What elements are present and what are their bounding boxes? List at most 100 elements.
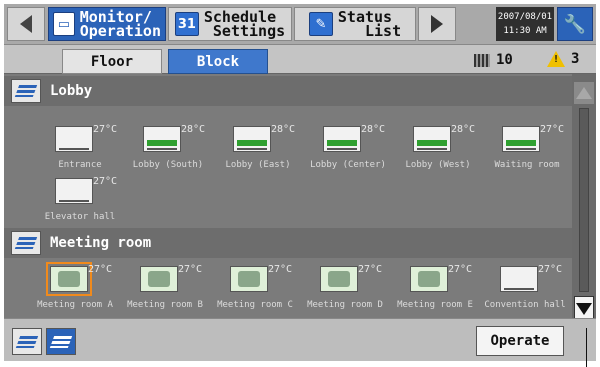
block-view-button[interactable] bbox=[12, 328, 42, 355]
screen: ▭ Monitor/ Operation 31 Schedule Setting… bbox=[4, 4, 596, 361]
unit-temp: 27°C bbox=[268, 264, 293, 275]
arrow-up-icon bbox=[576, 87, 592, 99]
arrow-left-icon bbox=[20, 15, 32, 33]
unit-meeting-room-c[interactable]: 27°C Meeting room C bbox=[210, 264, 300, 318]
ac-unit-icon bbox=[413, 126, 451, 152]
ac-unit-icon bbox=[140, 266, 178, 292]
ac-unit-icon bbox=[323, 126, 361, 152]
unit-temp: 27°C bbox=[448, 264, 473, 275]
ac-unit-icon bbox=[143, 126, 181, 152]
block-group-icon bbox=[11, 79, 41, 103]
scroll-up-button[interactable] bbox=[574, 82, 594, 104]
grid-icon bbox=[474, 53, 490, 67]
unit-waiting-room[interactable]: 27°C Waiting room bbox=[482, 124, 572, 180]
unit-convention-hall[interactable]: 27°C Convention hall bbox=[480, 264, 570, 318]
unit-name: Elevator hall bbox=[44, 212, 116, 222]
unit-elevator-hall[interactable]: 27°C Elevator hall bbox=[35, 176, 125, 232]
group-title: Lobby bbox=[50, 83, 93, 99]
alert-count-value: 3 bbox=[571, 51, 580, 67]
operate-button[interactable]: Operate bbox=[476, 326, 564, 356]
unit-lobby-center[interactable]: 28°C Lobby (Center) bbox=[303, 124, 393, 180]
unit-name: Meeting room B bbox=[127, 300, 203, 310]
unit-name: Lobby (East) bbox=[225, 160, 291, 170]
unit-temp: 28°C bbox=[361, 124, 386, 135]
scrollbar bbox=[572, 74, 596, 328]
next-page-button[interactable] bbox=[418, 7, 456, 41]
unit-meeting-room-a[interactable]: 27°C Meeting room A bbox=[30, 262, 120, 318]
unit-meeting-room-b[interactable]: 27°C Meeting room B bbox=[120, 264, 210, 318]
prev-page-button[interactable] bbox=[7, 7, 45, 41]
ac-unit-icon bbox=[55, 178, 93, 204]
block-group-icon bbox=[49, 335, 73, 348]
unit-temp: 28°C bbox=[271, 124, 296, 135]
unit-entrance[interactable]: 27°C Entrance bbox=[35, 124, 125, 180]
unit-temp: 27°C bbox=[540, 124, 565, 135]
tab-bar: Floor Block 10 ! 3 bbox=[4, 44, 596, 74]
unit-name: Lobby (West) bbox=[405, 160, 471, 170]
scroll-track[interactable] bbox=[579, 108, 589, 292]
unit-count: 10 bbox=[474, 52, 513, 68]
menu-label: Status List bbox=[337, 8, 402, 40]
all-blocks-view-button[interactable] bbox=[46, 328, 76, 355]
unit-name: Meeting room C bbox=[217, 300, 293, 310]
group-title: Meeting room bbox=[50, 235, 152, 251]
unit-temp: 27°C bbox=[93, 124, 118, 135]
group-header-lobby[interactable]: Lobby bbox=[4, 76, 572, 106]
unit-meeting-room-d[interactable]: 27°C Meeting room D bbox=[300, 264, 390, 318]
unit-lobby-east[interactable]: 28°C Lobby (East) bbox=[213, 124, 303, 180]
ac-unit-icon bbox=[320, 266, 358, 292]
ac-unit-icon bbox=[46, 262, 92, 296]
unit-name: Meeting room E bbox=[397, 300, 473, 310]
wrench-icon: 🔧 bbox=[563, 13, 587, 35]
tab-block[interactable]: Block bbox=[168, 49, 268, 74]
unit-lobby-west[interactable]: 28°C Lobby (West) bbox=[393, 124, 483, 180]
warning-icon: ! bbox=[547, 51, 565, 67]
time-text: 11:30 AM bbox=[503, 26, 547, 36]
status-list-icon: ✎ bbox=[308, 12, 333, 36]
alert-count: ! 3 bbox=[547, 51, 579, 67]
unit-temp: 28°C bbox=[451, 124, 476, 135]
callout-line bbox=[586, 328, 587, 367]
unit-temp: 27°C bbox=[358, 264, 383, 275]
ac-unit-icon bbox=[502, 126, 540, 152]
menu-label: Schedule Settings bbox=[203, 8, 286, 40]
group-header-meeting-room[interactable]: Meeting room bbox=[4, 228, 572, 258]
menu-status-list[interactable]: ✎ Status List bbox=[294, 7, 416, 41]
calendar-icon: 31 bbox=[174, 12, 199, 36]
menu-schedule-settings[interactable]: 31 Schedule Settings bbox=[168, 7, 292, 41]
unit-lobby-south[interactable]: 28°C Lobby (South) bbox=[123, 124, 213, 180]
ac-unit-icon bbox=[233, 126, 271, 152]
arrow-right-icon bbox=[431, 15, 443, 33]
arrow-down-icon bbox=[576, 303, 592, 315]
tab-floor[interactable]: Floor bbox=[62, 49, 162, 74]
unit-meeting-room-e[interactable]: 27°C Meeting room E bbox=[390, 264, 480, 318]
maintenance-button[interactable]: 🔧 bbox=[557, 7, 593, 41]
top-bar: ▭ Monitor/ Operation 31 Schedule Setting… bbox=[4, 4, 596, 44]
unit-name: Entrance bbox=[58, 160, 102, 170]
unit-temp: 27°C bbox=[93, 176, 118, 187]
ac-unit-icon bbox=[55, 126, 93, 152]
unit-name: Meeting room A bbox=[37, 300, 113, 310]
block-list: Lobby 27°C Entrance 28°C Lobby (South) 2… bbox=[4, 74, 572, 318]
unit-temp: 28°C bbox=[181, 124, 206, 135]
date-text: 2007/08/01 bbox=[497, 12, 553, 22]
menu-monitor-operation[interactable]: ▭ Monitor/ Operation bbox=[48, 7, 166, 41]
monitor-icon: ▭ bbox=[53, 12, 75, 36]
unit-temp: 27°C bbox=[538, 264, 563, 275]
menu-label: Monitor/ Operation bbox=[79, 8, 161, 40]
bottom-bar: Operate bbox=[4, 318, 596, 361]
ac-unit-icon bbox=[500, 266, 538, 292]
unit-temp: 27°C bbox=[88, 264, 113, 275]
unit-name: Lobby (South) bbox=[132, 160, 204, 170]
block-list-icon bbox=[15, 335, 39, 348]
date-time-display: 2007/08/01 11:30 AM bbox=[496, 7, 554, 41]
unit-name: Meeting room D bbox=[307, 300, 383, 310]
ac-unit-icon bbox=[410, 266, 448, 292]
unit-name: Lobby (Center) bbox=[310, 160, 386, 170]
ac-unit-icon bbox=[230, 266, 268, 292]
unit-count-value: 10 bbox=[496, 52, 513, 68]
unit-temp: 27°C bbox=[178, 264, 203, 275]
unit-name: Convention hall bbox=[484, 300, 566, 310]
unit-name: Waiting room bbox=[494, 160, 560, 170]
block-group-icon bbox=[11, 231, 41, 255]
